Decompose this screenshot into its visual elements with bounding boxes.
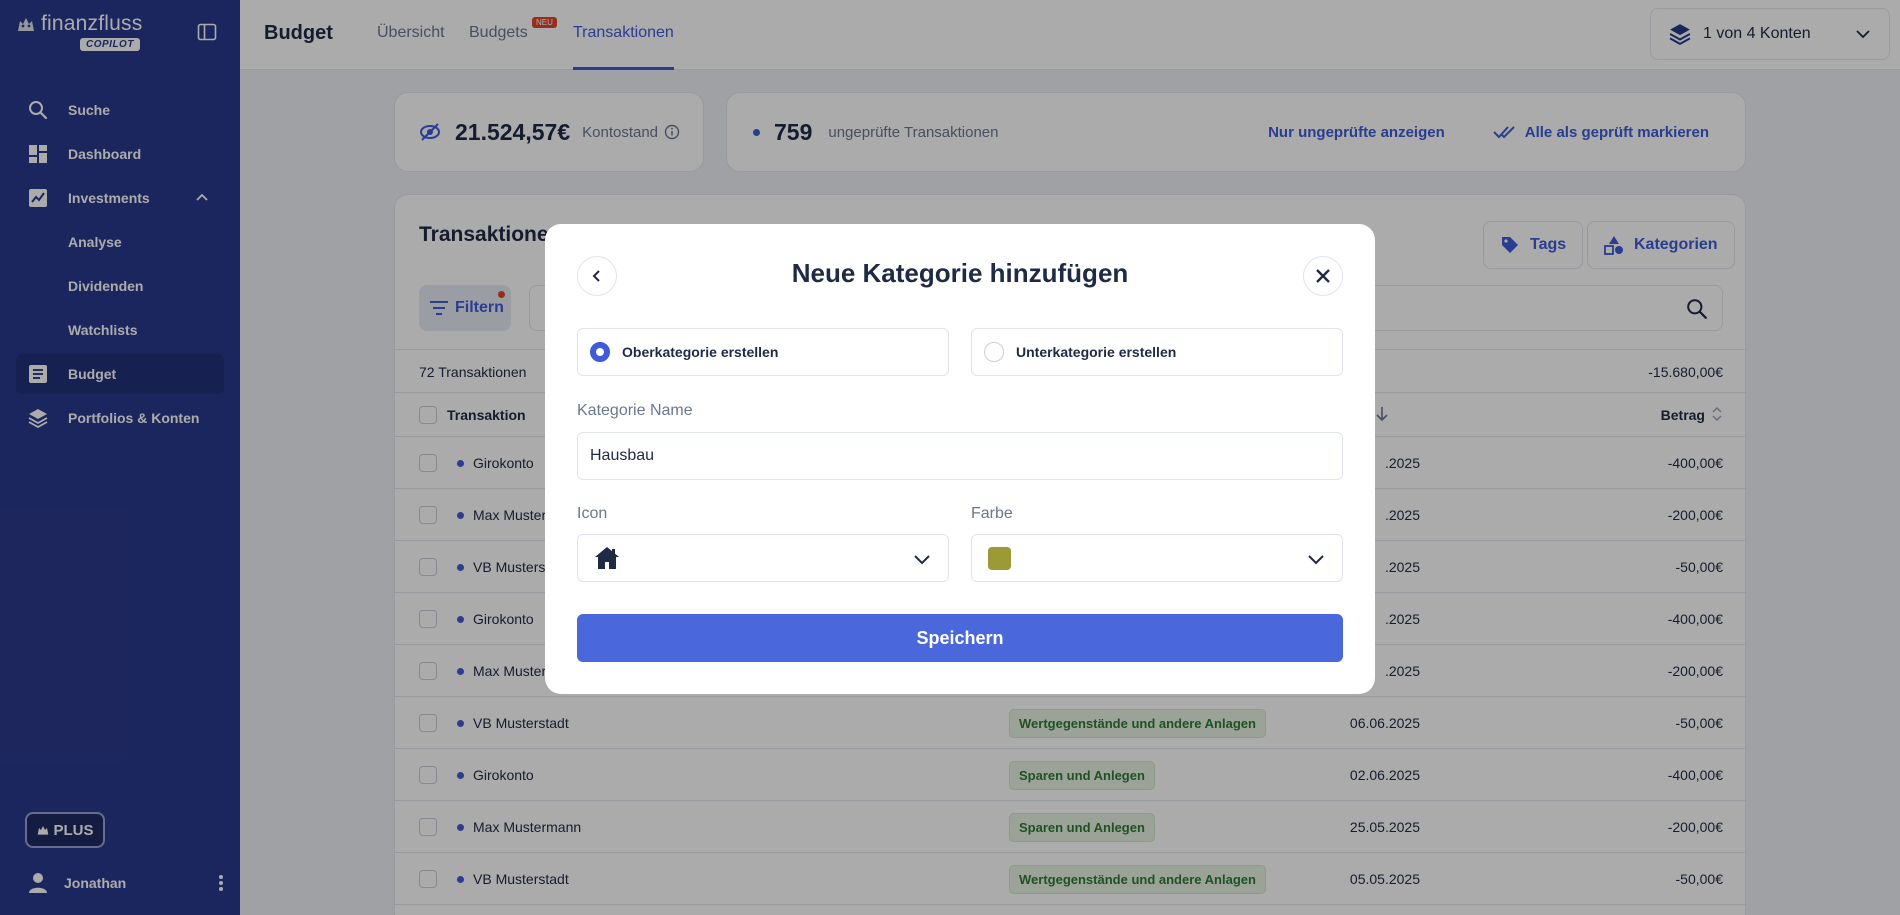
house-icon xyxy=(595,547,619,569)
option-sub-category-label: Unterkategorie erstellen xyxy=(1016,344,1177,360)
radio-main-category[interactable] xyxy=(590,342,610,362)
color-swatch xyxy=(988,546,1011,570)
modal-title: Neue Kategorie hinzufügen xyxy=(791,258,1129,288)
option-sub-category[interactable]: Unterkategorie erstellen xyxy=(971,328,1343,376)
category-name-input[interactable] xyxy=(577,432,1343,480)
option-main-category[interactable]: Oberkategorie erstellen xyxy=(577,328,949,376)
close-button[interactable] xyxy=(1303,256,1343,296)
icon-select[interactable] xyxy=(577,534,949,582)
save-button[interactable]: Speichern xyxy=(577,614,1343,662)
option-main-category-label: Oberkategorie erstellen xyxy=(622,344,779,360)
icon-label: Icon xyxy=(577,505,608,522)
chevron-down-icon xyxy=(1308,555,1324,565)
close-icon xyxy=(1316,269,1330,283)
chevron-down-icon xyxy=(914,555,930,565)
color-label: Farbe xyxy=(971,505,1013,522)
category-name-label: Kategorie Name xyxy=(577,402,693,419)
color-select[interactable] xyxy=(971,534,1343,582)
radio-sub-category[interactable] xyxy=(984,342,1004,362)
new-category-modal: Neue Kategorie hinzufügen Oberkategorie … xyxy=(545,224,1375,694)
